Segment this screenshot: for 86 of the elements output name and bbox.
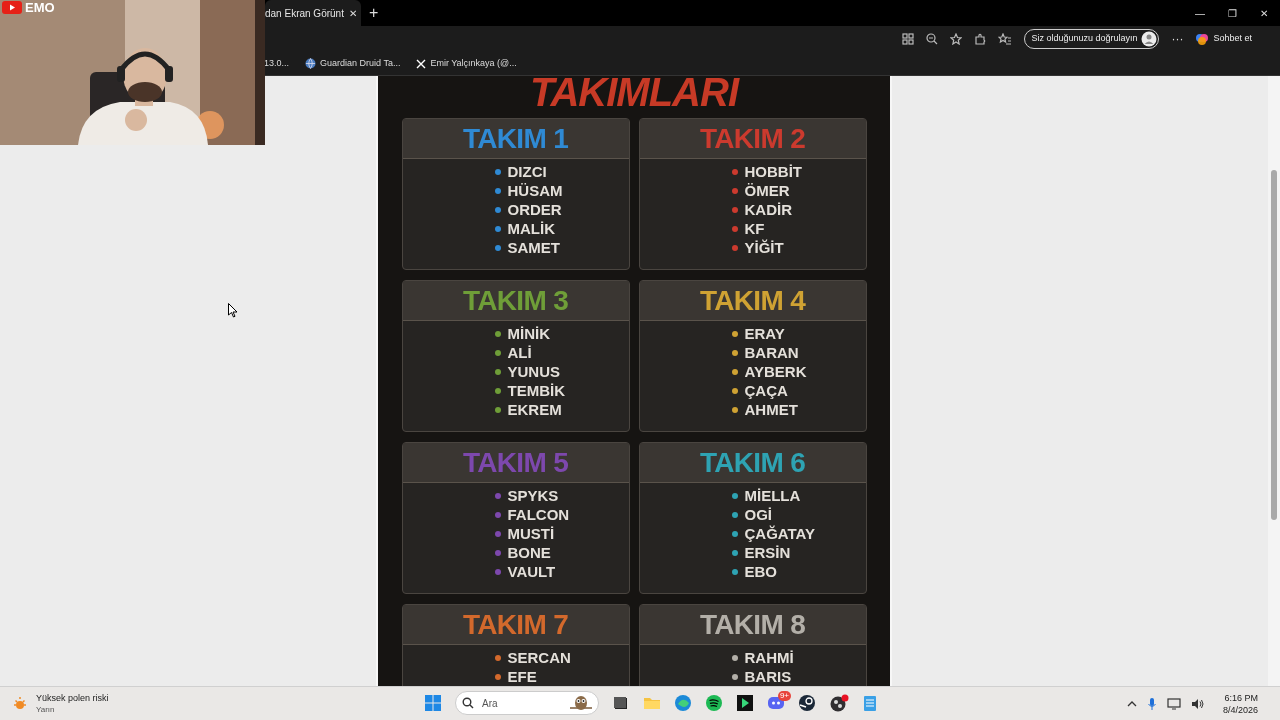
bookmark[interactable]: 13.0... <box>264 56 290 71</box>
task-view-icon[interactable] <box>612 694 630 712</box>
member-name: ÇAÇA <box>744 383 788 399</box>
search-input[interactable]: Ara <box>482 695 560 711</box>
restore-button[interactable]: ❐ <box>1216 5 1248 21</box>
clock-time: 6:16 PM <box>1224 692 1258 704</box>
team-name: TAKIM 2 <box>700 124 805 153</box>
notification-badge: 9+ <box>777 691 791 701</box>
chevron-up-icon[interactable] <box>1126 699 1137 709</box>
member-name: ORDER <box>507 202 562 218</box>
play-icon[interactable] <box>2 1 22 14</box>
search-box[interactable]: Ara <box>455 691 599 715</box>
new-tab-button[interactable]: + <box>369 5 379 21</box>
tab-title: dan Ekran Görünt <box>265 6 344 21</box>
member-name: AHMET <box>744 402 798 418</box>
scrollbar[interactable] <box>1268 76 1280 686</box>
play-app-icon[interactable] <box>736 694 754 712</box>
browser-icon[interactable] <box>674 694 692 712</box>
team-name: TAKIM 7 <box>463 610 568 639</box>
browser-tab[interactable]: dan Ekran Görünt ✕ <box>265 0 361 26</box>
search-icon[interactable] <box>462 697 474 709</box>
poster-title: TAKIMLARI <box>530 76 738 112</box>
team-name: TAKIM 1 <box>463 124 568 153</box>
favorites-icon[interactable] <box>998 33 1013 45</box>
member-name: MİELLA <box>744 488 801 504</box>
bookmark[interactable]: Emir Yalçınkaya (@... <box>416 56 517 71</box>
star-icon[interactable] <box>950 33 963 45</box>
minimize-button[interactable]: — <box>1184 5 1216 21</box>
member-name: MALİK <box>507 221 555 237</box>
member-name: ÖMER <box>744 183 790 199</box>
windows-icon[interactable] <box>424 694 442 712</box>
close-tab-button[interactable]: ✕ <box>349 5 357 21</box>
member-name: YİĞİT <box>744 240 784 256</box>
clock-date: 8/4/2026 <box>1222 704 1258 716</box>
member-name: VAULT <box>507 564 556 580</box>
member-name: BONE <box>507 545 551 561</box>
more-button[interactable]: ··· <box>1171 30 1184 48</box>
member-name: MİNİK <box>507 326 550 342</box>
grid-icon[interactable] <box>902 33 915 45</box>
member-name: SERCAN <box>507 650 571 666</box>
member-name: SAMET <box>507 240 560 256</box>
member-name: AYBERK <box>744 364 807 380</box>
x-logo-icon[interactable] <box>416 58 427 69</box>
member-name: HÜSAM <box>507 183 563 199</box>
member-name: YUNUS <box>507 364 560 380</box>
member-name: RAHMİ <box>744 650 794 666</box>
member-name: BARAN <box>744 345 799 361</box>
team-name: TAKIM 6 <box>700 448 805 477</box>
copilot-icon[interactable] <box>1195 32 1210 46</box>
member-name: ERAY <box>744 326 785 342</box>
member-name: ERSİN <box>744 545 791 561</box>
member-name: HOBBİT <box>744 164 802 180</box>
member-name: FALCON <box>507 507 570 523</box>
monitor-icon[interactable] <box>1166 698 1181 710</box>
team-name: TAKIM 3 <box>463 286 568 315</box>
member-name: KADİR <box>744 202 792 218</box>
close-button[interactable]: ✕ <box>1248 5 1280 21</box>
weather-title: Yüksek polen riski <box>36 692 109 704</box>
member-name: SPYKS <box>507 488 559 504</box>
recording-app-icon[interactable] <box>829 694 849 712</box>
speaker-icon[interactable] <box>1190 698 1205 710</box>
team-name: TAKIM 5 <box>463 448 568 477</box>
member-name: EFE <box>507 669 537 685</box>
microphone-icon[interactable] <box>1146 697 1157 711</box>
weather-subtitle: Yarın <box>36 704 56 715</box>
member-name: ÇAĞATAY <box>744 526 816 542</box>
member-name: KF <box>744 221 765 237</box>
profile-icon[interactable] <box>1141 31 1158 47</box>
channel-name: EMO <box>25 1 55 14</box>
bookmark[interactable]: Guardian Druid Ta... <box>305 56 401 71</box>
music-app-icon[interactable] <box>705 694 723 712</box>
member-name: BARIS <box>744 669 792 685</box>
zoom-out-icon[interactable] <box>926 33 939 45</box>
team-name: TAKIM 8 <box>700 610 805 639</box>
member-name: OGİ <box>744 507 772 523</box>
member-name: EKREM <box>507 402 562 418</box>
mouse-cursor-icon <box>228 303 238 318</box>
globe-icon[interactable] <box>305 58 317 69</box>
member-name: EBO <box>744 564 777 580</box>
team-name: TAKIM 4 <box>700 286 805 315</box>
member-name: TEMBİK <box>507 383 565 399</box>
chat-button[interactable]: Sohbet et <box>1195 32 1252 46</box>
member-name: DIZCI <box>507 164 547 180</box>
owl-icon[interactable] <box>568 694 594 712</box>
member-name: MUSTİ <box>507 526 555 542</box>
member-name: ALİ <box>507 345 532 361</box>
